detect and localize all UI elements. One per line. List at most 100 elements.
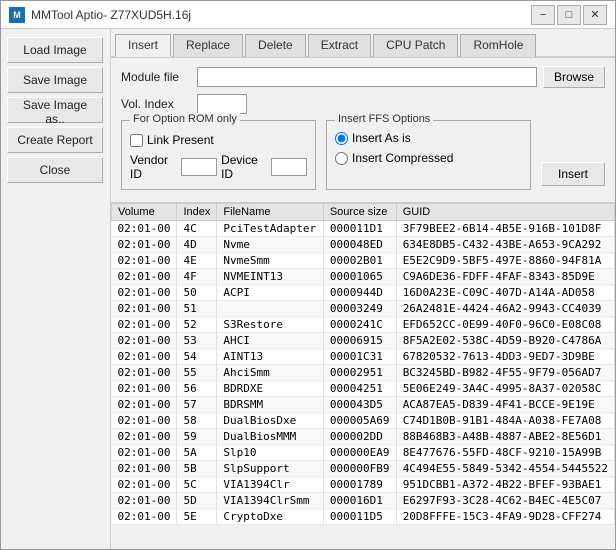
table-cell: 000016D1 [323,493,396,509]
table-cell: E6297F93-3C28-4C62-B4EC-4E5C07 [396,493,614,509]
table-cell: 55 [177,365,217,381]
table-cell: 0000944D [323,285,396,301]
table-row[interactable]: 02:01-004DNvme000048ED634E8DB5-C432-43BE… [112,237,615,253]
create-report-button[interactable]: Create Report [7,127,103,153]
content-area: Load Image Save Image Save Image as.. Cr… [1,29,615,549]
save-image-button[interactable]: Save Image [7,67,103,93]
table-row[interactable]: 02:01-005ECryptoDxe000011D520D8FFFE-15C3… [112,509,615,525]
table-cell: 53 [177,333,217,349]
table-row[interactable]: 02:01-0057BDRSMM000043D5ACA87EA5-D839-4F… [112,397,615,413]
table-cell: 8F5A2E02-538C-4D59-B920-C4786A [396,333,614,349]
vol-index-row: Vol. Index [121,94,605,114]
main-panel: Insert Replace Delete Extract CPU Patch … [111,29,615,549]
link-present-checkbox[interactable] [130,134,143,147]
device-id-input[interactable] [271,158,307,176]
table-cell: 16D0A23E-C09C-407D-A14A-AD058 [396,285,614,301]
table-row[interactable]: 02:01-0055AhciSmm00002951BC3245BD-B982-4… [112,365,615,381]
insert-as-is-radio[interactable] [335,132,348,145]
table-cell: 52 [177,317,217,333]
table-cell: C9A6DE36-FDFF-4FAF-8343-85D9E [396,269,614,285]
table-row[interactable]: 02:01-0050ACPI0000944D16D0A23E-C09C-407D… [112,285,615,301]
close-button[interactable]: ✕ [583,5,607,25]
vol-index-label: Vol. Index [121,97,191,111]
table-row[interactable]: 02:01-0052S3Restore0000241CEFD652CC-0E99… [112,317,615,333]
table-row[interactable]: 02:01-0054AINT1300001C3167820532-7613-4D… [112,349,615,365]
table-cell: S3Restore [217,317,323,333]
tab-replace[interactable]: Replace [173,34,243,57]
table-cell: Slp10 [217,445,323,461]
table-cell: 00006915 [323,333,396,349]
table-cell: 02:01-00 [112,461,177,477]
table-cell: 02:01-00 [112,333,177,349]
table-cell: 88B468B3-A48B-4887-ABE2-8E56D1 [396,429,614,445]
table-cell: C74D1B0B-91B1-484A-A038-FE7A08 [396,413,614,429]
table-row[interactable]: 02:01-004FNVMEINT1300001065C9A6DE36-FDFF… [112,269,615,285]
table-cell: VIA1394ClrSmm [217,493,323,509]
table-cell: E5E2C9D9-5BF5-497E-8860-94F81A [396,253,614,269]
insert-compressed-radio[interactable] [335,152,348,165]
table-cell [217,301,323,317]
table-row[interactable]: 02:01-0058DualBiosDxe000005A69C74D1B0B-9… [112,413,615,429]
table-area[interactable]: Volume Index FileName Source size GUID 0… [111,203,615,549]
module-file-label: Module file [121,70,191,84]
save-image-as-button[interactable]: Save Image as.. [7,97,103,123]
table-cell: 57 [177,397,217,413]
form-area: Module file Browse Vol. Index For Option… [111,58,615,203]
table-cell: 67820532-7613-4DD3-9ED7-3D9BE [396,349,614,365]
tab-delete[interactable]: Delete [245,34,306,57]
table-cell: 02:01-00 [112,429,177,445]
load-image-button[interactable]: Load Image [7,37,103,63]
table-row[interactable]: 02:01-005BSlpSupport000000FB94C494E55-58… [112,461,615,477]
table-cell: NvmeSmm [217,253,323,269]
option-rom-group-label: For Option ROM only [130,113,240,125]
insert-compressed-row: Insert Compressed [335,151,522,165]
table-cell: 4E [177,253,217,269]
table-cell: 5E06E249-3A4C-4995-8A37-02058C [396,381,614,397]
sidebar: Load Image Save Image Save Image as.. Cr… [1,29,111,549]
insert-as-is-label: Insert As is [352,131,411,145]
table-cell: 02:01-00 [112,445,177,461]
col-header-guid: GUID [396,204,614,221]
table-row[interactable]: 02:01-0053AHCI000069158F5A2E02-538C-4D59… [112,333,615,349]
insert-button[interactable]: Insert [541,162,605,186]
col-header-index: Index [177,204,217,221]
close-image-button[interactable]: Close [7,157,103,183]
table-row[interactable]: 02:01-005DVIA1394ClrSmm000016D1E6297F93-… [112,493,615,509]
table-cell: 000000EA9 [323,445,396,461]
table-cell: 20D8FFFE-15C3-4FA9-9D28-CFF274 [396,509,614,525]
tab-insert[interactable]: Insert [115,34,171,57]
table-cell: 54 [177,349,217,365]
table-cell: 00001C31 [323,349,396,365]
table-row[interactable]: 02:01-004CPciTestAdapter000011D13F79BEE2… [112,221,615,237]
tab-cpu-patch[interactable]: CPU Patch [373,34,458,57]
vendor-id-input[interactable] [181,158,217,176]
modules-table: Volume Index FileName Source size GUID 0… [111,204,615,525]
table-row[interactable]: 02:01-0059DualBiosMMM000002DD88B468B3-A4… [112,429,615,445]
table-row[interactable]: 02:01-005CVIA1394Clr00001789951DCBB1-A37… [112,477,615,493]
table-row[interactable]: 02:01-005ASlp10000000EA98E477676-55FD-48… [112,445,615,461]
table-cell: 5C [177,477,217,493]
browse-button[interactable]: Browse [543,66,605,88]
groups-row: For Option ROM only Link Present Vendor … [121,120,605,190]
maximize-button[interactable]: □ [557,5,581,25]
vol-index-input[interactable] [197,94,247,114]
minimize-button[interactable]: − [531,5,555,25]
table-cell: NVMEINT13 [217,269,323,285]
table-cell: SlpSupport [217,461,323,477]
table-cell: 000000FB9 [323,461,396,477]
table-cell: AhciSmm [217,365,323,381]
table-cell: 02:01-00 [112,301,177,317]
tab-extract[interactable]: Extract [308,34,371,57]
col-header-volume: Volume [112,204,177,221]
table-cell: 4D [177,237,217,253]
table-row[interactable]: 02:01-00510000324926A2481E-4424-46A2-994… [112,301,615,317]
module-file-input[interactable] [197,67,537,87]
table-cell: 4F [177,269,217,285]
table-cell: 02:01-00 [112,237,177,253]
tab-romhole[interactable]: RomHole [460,34,536,57]
table-cell: 02:01-00 [112,317,177,333]
table-cell: VIA1394Clr [217,477,323,493]
table-row[interactable]: 02:01-0056BDRDXE000042515E06E249-3A4C-49… [112,381,615,397]
table-row[interactable]: 02:01-004ENvmeSmm00002B01E5E2C9D9-5BF5-4… [112,253,615,269]
table-cell: 5E [177,509,217,525]
